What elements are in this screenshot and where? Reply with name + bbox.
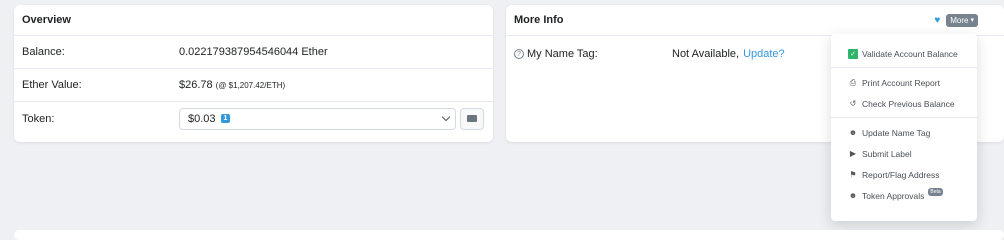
next-section-card: [14, 230, 1004, 240]
menu-item-report-flag[interactable]: ⚑ Report/Flag Address: [831, 164, 977, 185]
ether-price: (@ $1,207.42/ETH): [215, 80, 286, 90]
name-tag-label: My Name Tag:: [527, 48, 598, 60]
menu-item-validate-balance[interactable]: ✓ Validate Account Balance: [831, 43, 977, 64]
menu-item-label: Report/Flag Address: [862, 169, 940, 180]
token-label: Token:: [22, 112, 55, 125]
menu-item-label: Validate Account Balance: [862, 48, 958, 59]
chevron-down-icon: [441, 112, 451, 121]
chevron-down-icon: ▾: [970, 17, 974, 24]
balance-value: 0.022179387954546044 Ether: [179, 46, 328, 58]
more-info-title: More Info: [514, 14, 564, 26]
question-icon: ?: [514, 49, 524, 59]
more-button-label: More: [950, 15, 969, 25]
menu-item-token-approvals[interactable]: ☻ Token Approvals Beta: [831, 185, 977, 206]
menu-item-update-name-tag[interactable]: ☻ Update Name Tag: [831, 122, 977, 143]
overview-card: Overview Balance: 0.022179387954546044 E…: [14, 5, 493, 142]
history-icon: ↺: [849, 99, 857, 108]
ether-value-label: Ether Value:: [22, 79, 82, 91]
menu-item-submit-label[interactable]: ▶ Submit Label: [831, 143, 977, 164]
more-info-header: More Info ♥ More ▾: [506, 5, 1004, 36]
menu-divider: [831, 117, 977, 118]
token-holdings-button[interactable]: [460, 107, 484, 130]
user-check-icon: ☻: [848, 191, 858, 200]
flag-icon: ⚑: [849, 170, 857, 179]
check-square-icon: ✓: [848, 48, 858, 59]
menu-item-label: Print Account Report: [862, 77, 940, 88]
ether-value: $26.78: [179, 79, 213, 91]
heart-icon[interactable]: ♥: [934, 15, 940, 26]
token-value: $0.03: [188, 112, 216, 125]
token-row: Token: $0.03 1: [14, 102, 493, 135]
update-name-tag-link[interactable]: Update?: [743, 48, 785, 60]
wallet-icon: [467, 115, 477, 122]
menu-item-check-previous-balance[interactable]: ↺ Check Previous Balance: [831, 93, 977, 114]
token-dropdown[interactable]: $0.03 1: [179, 107, 456, 130]
menu-item-label: Update Name Tag: [862, 127, 931, 138]
menu-item-label: Check Previous Balance: [862, 98, 955, 109]
balance-row: Balance: 0.022179387954546044 Ether: [14, 36, 493, 69]
more-dropdown-menu: ✓ Validate Account Balance ⎙ Print Accou…: [831, 34, 977, 221]
name-tag-value: Not Available,: [672, 48, 740, 60]
token-count-badge: 1: [220, 114, 231, 123]
overview-title: Overview: [14, 5, 493, 36]
tag-icon: ▶: [849, 149, 857, 158]
menu-item-print-report[interactable]: ⎙ Print Account Report: [831, 72, 977, 93]
ether-value-row: Ether Value: $26.78 (@ $1,207.42/ETH): [14, 69, 493, 102]
beta-badge: Beta: [928, 187, 943, 196]
balance-label: Balance:: [22, 46, 65, 58]
more-button[interactable]: More ▾: [946, 13, 978, 27]
user-edit-icon: ☻: [848, 128, 858, 137]
menu-divider: [831, 67, 977, 68]
menu-item-label: Token Approvals: [862, 190, 925, 201]
print-icon: ⎙: [849, 77, 857, 87]
menu-item-label: Submit Label: [862, 148, 912, 159]
